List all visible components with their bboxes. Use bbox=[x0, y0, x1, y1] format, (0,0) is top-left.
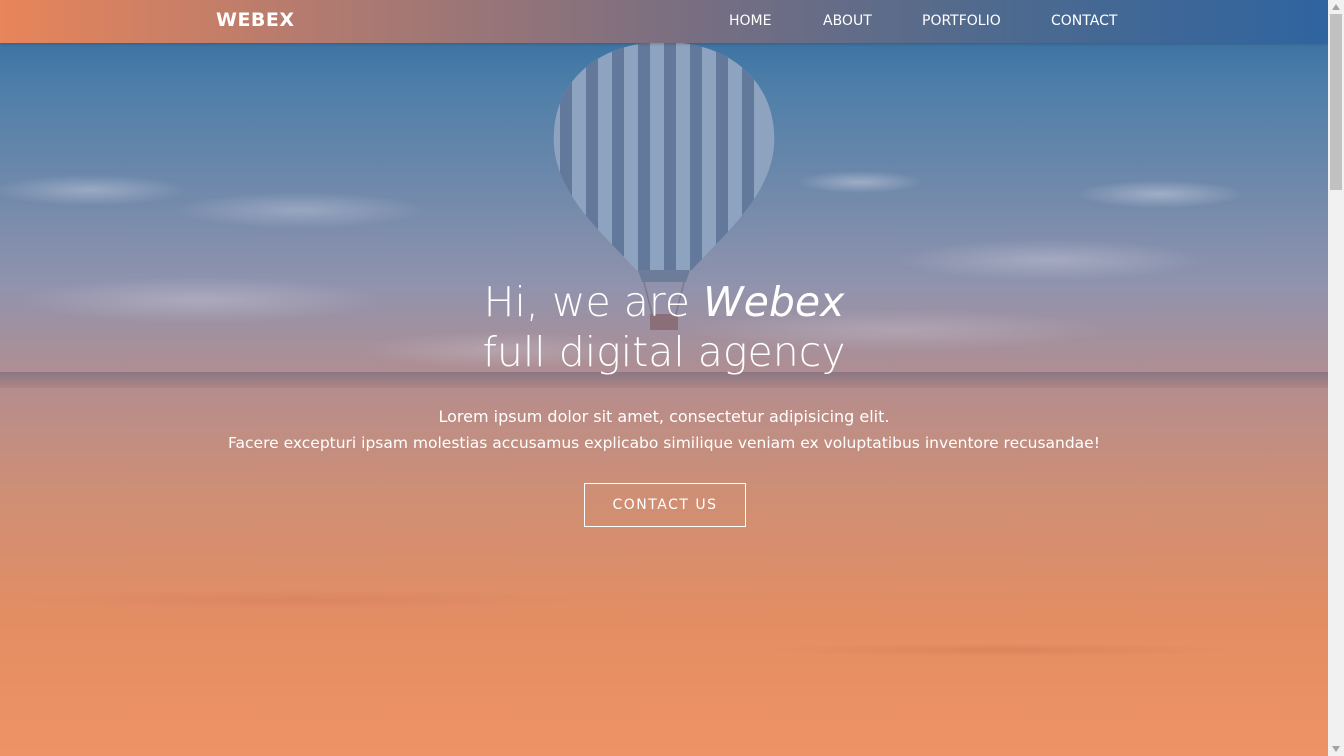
hero-text-line2: Facere excepturi ipsam molestias accusam… bbox=[228, 434, 1100, 452]
top-navbar: WEBEX HOME ABOUT PORTFOLIO CONTACT bbox=[0, 0, 1328, 43]
hero-title-line2: full digital agency bbox=[482, 328, 846, 376]
hero-section bbox=[0, 0, 1328, 756]
nav-link-contact[interactable]: CONTACT bbox=[1051, 13, 1117, 29]
desert-ground bbox=[0, 540, 1328, 756]
nav-link-portfolio[interactable]: PORTFOLIO bbox=[922, 13, 1001, 29]
nav-link-about[interactable]: ABOUT bbox=[823, 13, 872, 29]
scroll-up-arrow-icon[interactable] bbox=[1328, 0, 1344, 14]
nav-link-home[interactable]: HOME bbox=[729, 13, 771, 29]
nav-links: HOME ABOUT PORTFOLIO CONTACT bbox=[0, 13, 1328, 33]
scroll-down-arrow-icon[interactable] bbox=[1328, 742, 1344, 756]
hero-title-prefix: Hi, we are bbox=[483, 278, 691, 326]
hero-title-line1: Hi, we are Webex bbox=[0, 277, 1328, 327]
contact-us-button[interactable]: CONTACT US bbox=[584, 483, 746, 527]
hero-text-line1: Lorem ipsum dolor sit amet, consectetur … bbox=[438, 407, 890, 426]
scrollbar-thumb[interactable] bbox=[1330, 14, 1342, 190]
hero-title-emphasis: Webex bbox=[703, 278, 845, 326]
